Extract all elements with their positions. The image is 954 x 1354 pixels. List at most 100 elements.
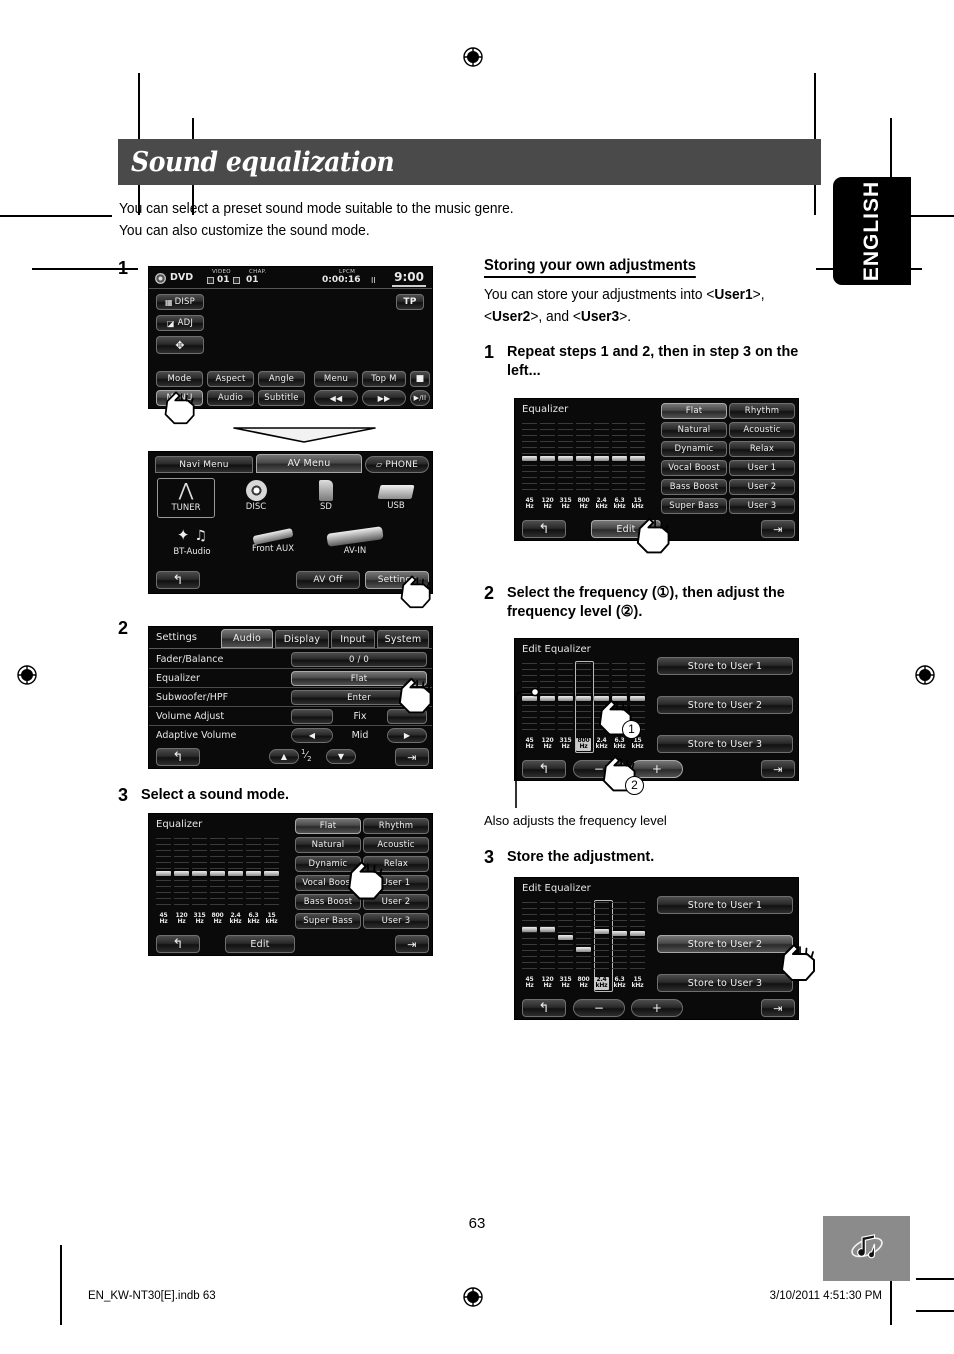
fader-balance-value[interactable]: 0 / 0: [291, 652, 427, 667]
volume-adjust-increase[interactable]: [387, 709, 427, 724]
eq-slider[interactable]: [246, 838, 261, 910]
tp-badge[interactable]: TP: [396, 294, 424, 310]
tab-system[interactable]: System: [377, 630, 429, 648]
disp-button[interactable]: ▦ DISP: [156, 294, 204, 310]
preset-user-1[interactable]: User 1: [363, 875, 429, 891]
eq-slider[interactable]: [540, 902, 555, 974]
tab-navi-menu[interactable]: Navi Menu: [155, 456, 253, 473]
preset-user-3[interactable]: User 3: [363, 913, 429, 929]
eq-slider[interactable]: [630, 423, 645, 495]
preset-acoustic[interactable]: Acoustic: [729, 422, 795, 438]
av-off-button[interactable]: AV Off: [296, 571, 360, 589]
audio-button[interactable]: Audio: [207, 390, 254, 406]
preset-vocal-boost[interactable]: Vocal Boost: [661, 460, 727, 476]
source-front-aux[interactable]: Front AUX: [233, 524, 313, 564]
eq-slider[interactable]: [594, 423, 609, 495]
level-plus-button[interactable]: +: [631, 760, 683, 778]
preset-dynamic[interactable]: Dynamic: [295, 856, 361, 872]
adj-button[interactable]: ◪ ADJ: [156, 315, 204, 331]
top-menu-button[interactable]: Top M: [362, 371, 406, 387]
preset-rhythm[interactable]: Rhythm: [729, 403, 795, 419]
preset-dynamic[interactable]: Dynamic: [661, 441, 727, 457]
adaptive-volume-left[interactable]: ◀: [291, 728, 333, 743]
menu-button[interactable]: Menu: [314, 371, 358, 387]
eq-slider[interactable]: [612, 902, 627, 974]
eq-slider[interactable]: [540, 423, 555, 495]
source-sd[interactable]: SD: [297, 478, 355, 518]
level-minus-button[interactable]: −: [573, 999, 625, 1017]
play-pause-button[interactable]: ▶/II: [410, 390, 430, 406]
subwoofer-hpf-value[interactable]: Enter: [291, 690, 427, 705]
angle-button[interactable]: Angle: [258, 371, 305, 387]
preset-relax[interactable]: Relax: [363, 856, 429, 872]
store-to-user-1-button[interactable]: Store to User 1: [657, 657, 793, 675]
eq-slider[interactable]: [264, 838, 279, 910]
adaptive-volume-right[interactable]: ▶: [387, 728, 427, 743]
exit-button[interactable]: ⇥: [395, 748, 429, 766]
aspect-button[interactable]: Aspect: [207, 371, 254, 387]
subtitle-button[interactable]: Subtitle: [258, 390, 305, 406]
eq-slider[interactable]: [540, 663, 555, 735]
source-usb[interactable]: USB: [367, 478, 425, 518]
source-bt-audio[interactable]: ✦ ♫ BT-Audio: [157, 524, 227, 564]
source-disc[interactable]: DISC: [227, 478, 285, 518]
eq-slider[interactable]: [558, 663, 573, 735]
page-up-button[interactable]: ▲: [269, 749, 299, 764]
edit-button[interactable]: Edit: [225, 935, 295, 953]
back-button[interactable]: ↰: [156, 935, 200, 953]
preset-user-2[interactable]: User 2: [363, 894, 429, 910]
previous-track-button[interactable]: ◀◀: [314, 390, 358, 406]
eq-slider[interactable]: [576, 423, 591, 495]
page-down-button[interactable]: ▼: [326, 749, 356, 764]
preset-bass-boost[interactable]: Bass Boost: [295, 894, 361, 910]
preset-super-bass[interactable]: Super Bass: [295, 913, 361, 929]
preset-super-bass[interactable]: Super Bass: [661, 498, 727, 514]
exit-button[interactable]: ⇥: [395, 935, 429, 953]
preset-vocal-boost[interactable]: Vocal Boost: [295, 875, 361, 891]
store-to-user-2-button[interactable]: Store to User 2: [657, 935, 793, 953]
preset-flat[interactable]: Flat: [295, 818, 361, 834]
eq-slider[interactable]: [612, 423, 627, 495]
preset-acoustic[interactable]: Acoustic: [363, 837, 429, 853]
store-to-user-3-button[interactable]: Store to User 3: [657, 974, 793, 992]
store-to-user-1-button[interactable]: Store to User 1: [657, 896, 793, 914]
eq-slider[interactable]: [210, 838, 225, 910]
tab-input[interactable]: Input: [331, 630, 375, 648]
store-to-user-2-button[interactable]: Store to User 2: [657, 696, 793, 714]
eq-slider[interactable]: [594, 902, 609, 974]
eq-slider[interactable]: [630, 902, 645, 974]
preset-flat[interactable]: Flat: [661, 403, 727, 419]
preset-user-1[interactable]: User 1: [729, 460, 795, 476]
preset-natural[interactable]: Natural: [295, 837, 361, 853]
settings-button[interactable]: Settings: [365, 571, 429, 589]
exit-button[interactable]: ⇥: [761, 999, 795, 1017]
preset-natural[interactable]: Natural: [661, 422, 727, 438]
preset-relax[interactable]: Relax: [729, 441, 795, 457]
eq-slider[interactable]: [576, 902, 591, 974]
mode-button[interactable]: Mode: [156, 371, 203, 387]
eq-slider[interactable]: [558, 902, 573, 974]
eq-slider[interactable]: [558, 423, 573, 495]
four-way-cursor-button[interactable]: ✥: [156, 336, 204, 354]
preset-user-2[interactable]: User 2: [729, 479, 795, 495]
phone-button[interactable]: ▱ PHONE: [365, 456, 429, 473]
source-av-in[interactable]: AV-IN: [317, 524, 393, 564]
preset-rhythm[interactable]: Rhythm: [363, 818, 429, 834]
preset-bass-boost[interactable]: Bass Boost: [661, 479, 727, 495]
exit-button[interactable]: ⇥: [761, 520, 795, 538]
back-button[interactable]: ↰: [156, 748, 200, 766]
eq-slider[interactable]: [522, 423, 537, 495]
eq-slider[interactable]: [174, 838, 189, 910]
eq-slider[interactable]: [228, 838, 243, 910]
tab-av-menu[interactable]: AV Menu: [256, 454, 362, 473]
menu-key-button[interactable]: MENU: [156, 390, 203, 406]
edit-button[interactable]: Edit: [591, 520, 661, 538]
store-to-user-3-button[interactable]: Store to User 3: [657, 735, 793, 753]
back-button[interactable]: ↰: [156, 571, 200, 589]
level-minus-button[interactable]: −: [573, 760, 625, 778]
volume-adjust-decrease[interactable]: [291, 709, 333, 724]
eq-slider[interactable]: [192, 838, 207, 910]
tab-display[interactable]: Display: [275, 630, 329, 648]
level-plus-button[interactable]: +: [631, 999, 683, 1017]
eq-slider[interactable]: [576, 663, 591, 735]
